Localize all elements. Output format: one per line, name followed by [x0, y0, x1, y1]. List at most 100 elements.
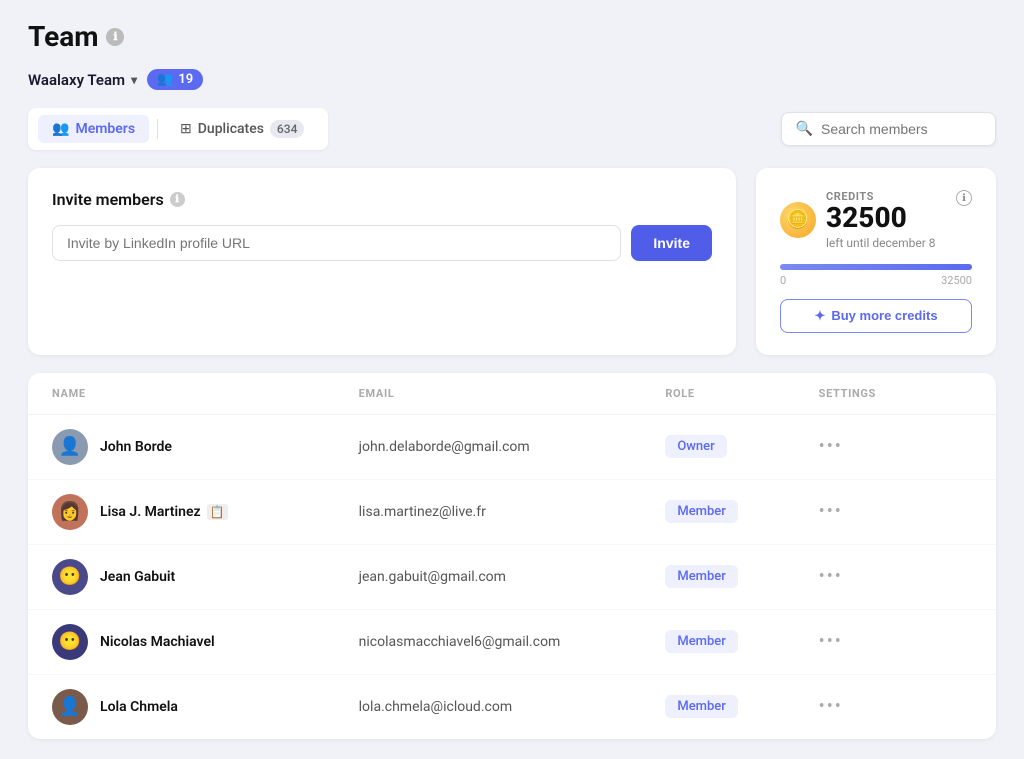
cards-row: Invite members ℹ Invite 🪙 CREDITS 32500 … — [28, 168, 996, 355]
avatar: 😶 — [52, 559, 88, 595]
email-cell: john.delaborde@gmail.com — [359, 439, 666, 455]
avatar: 😶 — [52, 624, 88, 660]
credits-text-block: CREDITS 32500 left until december 8 — [826, 190, 936, 250]
table-row: 👤 John Borde john.delaborde@gmail.com Ow… — [28, 415, 996, 480]
tab-duplicates-label: Duplicates — [198, 121, 264, 137]
member-name: Jean Gabuit — [100, 569, 175, 585]
settings-cell[interactable]: ••• — [819, 436, 972, 457]
email-cell: jean.gabuit@gmail.com — [359, 569, 666, 585]
settings-dots[interactable]: ••• — [819, 566, 843, 587]
member-cell: 👤 Lola Chmela — [52, 689, 359, 725]
tab-members-label: Members — [75, 121, 135, 137]
role-cell: Member — [665, 630, 818, 653]
invite-url-input[interactable] — [52, 225, 621, 261]
email-cell: nicolasmacchiavel6@gmail.com — [359, 634, 666, 650]
page-title: Team — [28, 20, 98, 53]
credits-icon-label: 🪙 CREDITS 32500 left until december 8 — [780, 190, 936, 250]
role-cell: Owner — [665, 435, 818, 458]
table-body: 👤 John Borde john.delaborde@gmail.com Ow… — [28, 415, 996, 739]
team-selector[interactable]: Waalaxy Team ▾ — [28, 71, 137, 89]
invite-button[interactable]: Invite — [631, 225, 712, 261]
member-count-number: 19 — [178, 72, 193, 87]
member-name: Lola Chmela — [100, 699, 178, 715]
settings-cell[interactable]: ••• — [819, 696, 972, 717]
credits-bar-labels: 0 32500 — [780, 274, 972, 287]
buy-credits-button[interactable]: ✦ Buy more credits — [780, 299, 972, 333]
tabs-container: 👥 Members ⊞ Duplicates 634 — [28, 108, 328, 150]
credits-bar-track — [780, 264, 972, 270]
member-cell: 😶 Jean Gabuit — [52, 559, 359, 595]
member-cell: 👩 Lisa J. Martinez 📋 — [52, 494, 359, 530]
credits-amount: 32500 — [826, 203, 936, 234]
search-icon: 🔍 — [796, 121, 813, 137]
role-badge: Member — [665, 695, 738, 718]
tab-divider — [157, 119, 158, 139]
credits-subtitle: left until december 8 — [826, 236, 936, 250]
credits-card: 🪙 CREDITS 32500 left until december 8 ℹ … — [756, 168, 996, 355]
settings-cell[interactable]: ••• — [819, 631, 972, 652]
role-badge: Member — [665, 565, 738, 588]
tab-duplicates[interactable]: ⊞ Duplicates 634 — [166, 114, 318, 144]
members-icon: 👥 — [52, 121, 69, 137]
tabs-search-row: 👥 Members ⊞ Duplicates 634 🔍 — [28, 108, 996, 150]
table-header: NAME EMAIL ROLE SETTINGS — [28, 373, 996, 415]
tab-members[interactable]: 👥 Members — [38, 115, 149, 143]
credits-bar-max: 32500 — [941, 274, 972, 287]
member-count-icon: 👥 — [157, 72, 173, 87]
invite-title: Invite members ℹ — [52, 190, 712, 209]
role-cell: Member — [665, 565, 818, 588]
table-row: 👤 Lola Chmela lola.chmela@icloud.com Mem… — [28, 675, 996, 739]
page-info-icon[interactable]: ℹ — [106, 28, 124, 46]
email-cell: lisa.martinez@live.fr — [359, 504, 666, 520]
role-badge: Owner — [665, 435, 726, 458]
col-header-settings: SETTINGS — [819, 387, 972, 400]
members-table-card: NAME EMAIL ROLE SETTINGS 👤 John Borde jo… — [28, 373, 996, 739]
table-row: 👩 Lisa J. Martinez 📋 lisa.martinez@live.… — [28, 480, 996, 545]
invite-title-text: Invite members — [52, 190, 164, 209]
table-row: 😶 Jean Gabuit jean.gabuit@gmail.com Memb… — [28, 545, 996, 610]
avatar: 👤 — [52, 689, 88, 725]
invite-card: Invite members ℹ Invite — [28, 168, 736, 355]
credits-bar-row: 0 32500 — [780, 264, 972, 287]
invite-info-icon[interactable]: ℹ — [170, 192, 185, 207]
col-header-email: EMAIL — [359, 387, 666, 400]
credits-header: 🪙 CREDITS 32500 left until december 8 ℹ — [780, 190, 972, 250]
member-name: John Borde — [100, 439, 172, 455]
role-cell: Member — [665, 695, 818, 718]
duplicates-icon: ⊞ — [180, 121, 192, 137]
settings-cell[interactable]: ••• — [819, 566, 972, 587]
credits-bar-min: 0 — [780, 274, 786, 287]
search-box: 🔍 — [781, 112, 996, 146]
credits-info-icon[interactable]: ℹ — [956, 190, 972, 206]
team-row: Waalaxy Team ▾ 👥 19 — [28, 69, 996, 90]
col-header-name: NAME — [52, 387, 359, 400]
team-name: Waalaxy Team — [28, 71, 125, 89]
member-count-badge: 👥 19 — [147, 69, 203, 90]
settings-dots[interactable]: ••• — [819, 436, 843, 457]
page-header: Team ℹ — [28, 20, 996, 53]
member-name: Lisa J. Martinez 📋 — [100, 504, 228, 520]
invite-input-row: Invite — [52, 225, 712, 261]
member-cell: 👤 John Borde — [52, 429, 359, 465]
duplicates-count: 634 — [270, 120, 304, 138]
member-cell: 😶 Nicolas Machiavel — [52, 624, 359, 660]
email-cell: lola.chmela@icloud.com — [359, 699, 666, 715]
coin-icon: 🪙 — [780, 202, 816, 238]
role-badge: Member — [665, 500, 738, 523]
settings-dots[interactable]: ••• — [819, 696, 843, 717]
chevron-down-icon: ▾ — [131, 73, 137, 87]
credits-bar-fill — [780, 264, 972, 270]
avatar: 👤 — [52, 429, 88, 465]
col-header-role: ROLE — [665, 387, 818, 400]
buy-credits-star-icon: ✦ — [814, 308, 825, 324]
buy-credits-label: Buy more credits — [831, 308, 937, 323]
member-name: Nicolas Machiavel — [100, 634, 215, 650]
search-input[interactable] — [821, 121, 981, 137]
settings-cell[interactable]: ••• — [819, 501, 972, 522]
avatar: 👩 — [52, 494, 88, 530]
settings-dots[interactable]: ••• — [819, 501, 843, 522]
table-row: 😶 Nicolas Machiavel nicolasmacchiavel6@g… — [28, 610, 996, 675]
role-badge: Member — [665, 630, 738, 653]
role-cell: Member — [665, 500, 818, 523]
settings-dots[interactable]: ••• — [819, 631, 843, 652]
